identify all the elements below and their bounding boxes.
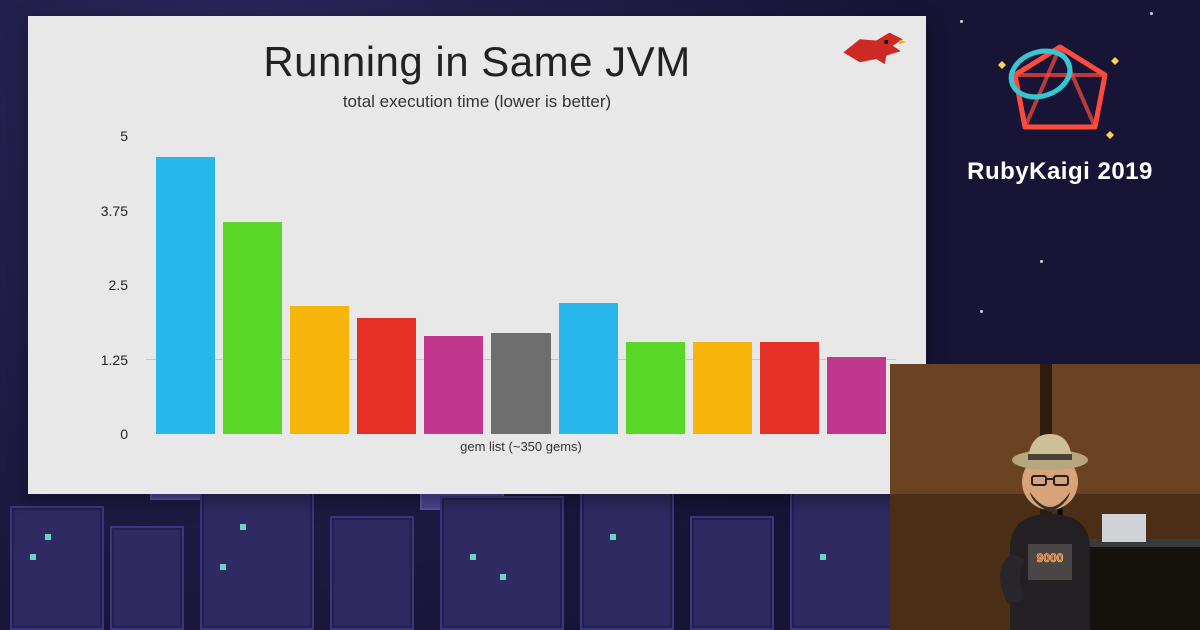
bar [156, 157, 215, 434]
conference-branding: RubyKaigi 2019 [950, 40, 1170, 186]
bar [827, 357, 886, 434]
plot-area [146, 136, 896, 434]
svg-text:9000: 9000 [1037, 551, 1064, 565]
bar-chart: 5 3.75 2.5 1.25 0 gem list (~350 gems) [88, 136, 896, 454]
bar [491, 333, 550, 434]
x-axis-label: gem list (~350 gems) [146, 439, 896, 454]
red-bird-icon [840, 26, 906, 70]
speaker-camera: 9000 [890, 364, 1200, 630]
bars-container [156, 136, 886, 434]
slide-subtitle: total execution time (lower is better) [28, 92, 926, 112]
bar [223, 222, 282, 434]
y-tick: 2.5 [88, 277, 128, 293]
conference-title: RubyKaigi 2019 [950, 158, 1170, 186]
ruby-gem-icon [995, 40, 1125, 150]
bar [693, 342, 752, 434]
bar [626, 342, 685, 434]
bar [559, 303, 618, 434]
presentation-slide: Running in Same JVM total execution time… [28, 16, 926, 494]
y-tick: 1.25 [88, 352, 128, 368]
bar [424, 336, 483, 434]
y-axis: 5 3.75 2.5 1.25 0 [88, 136, 136, 434]
bar [357, 318, 416, 434]
bar [290, 306, 349, 434]
slide-title: Running in Same JVM [28, 38, 926, 86]
bar [760, 342, 819, 434]
y-tick: 0 [88, 426, 128, 442]
y-tick: 5 [88, 128, 128, 144]
y-tick: 3.75 [88, 203, 128, 219]
